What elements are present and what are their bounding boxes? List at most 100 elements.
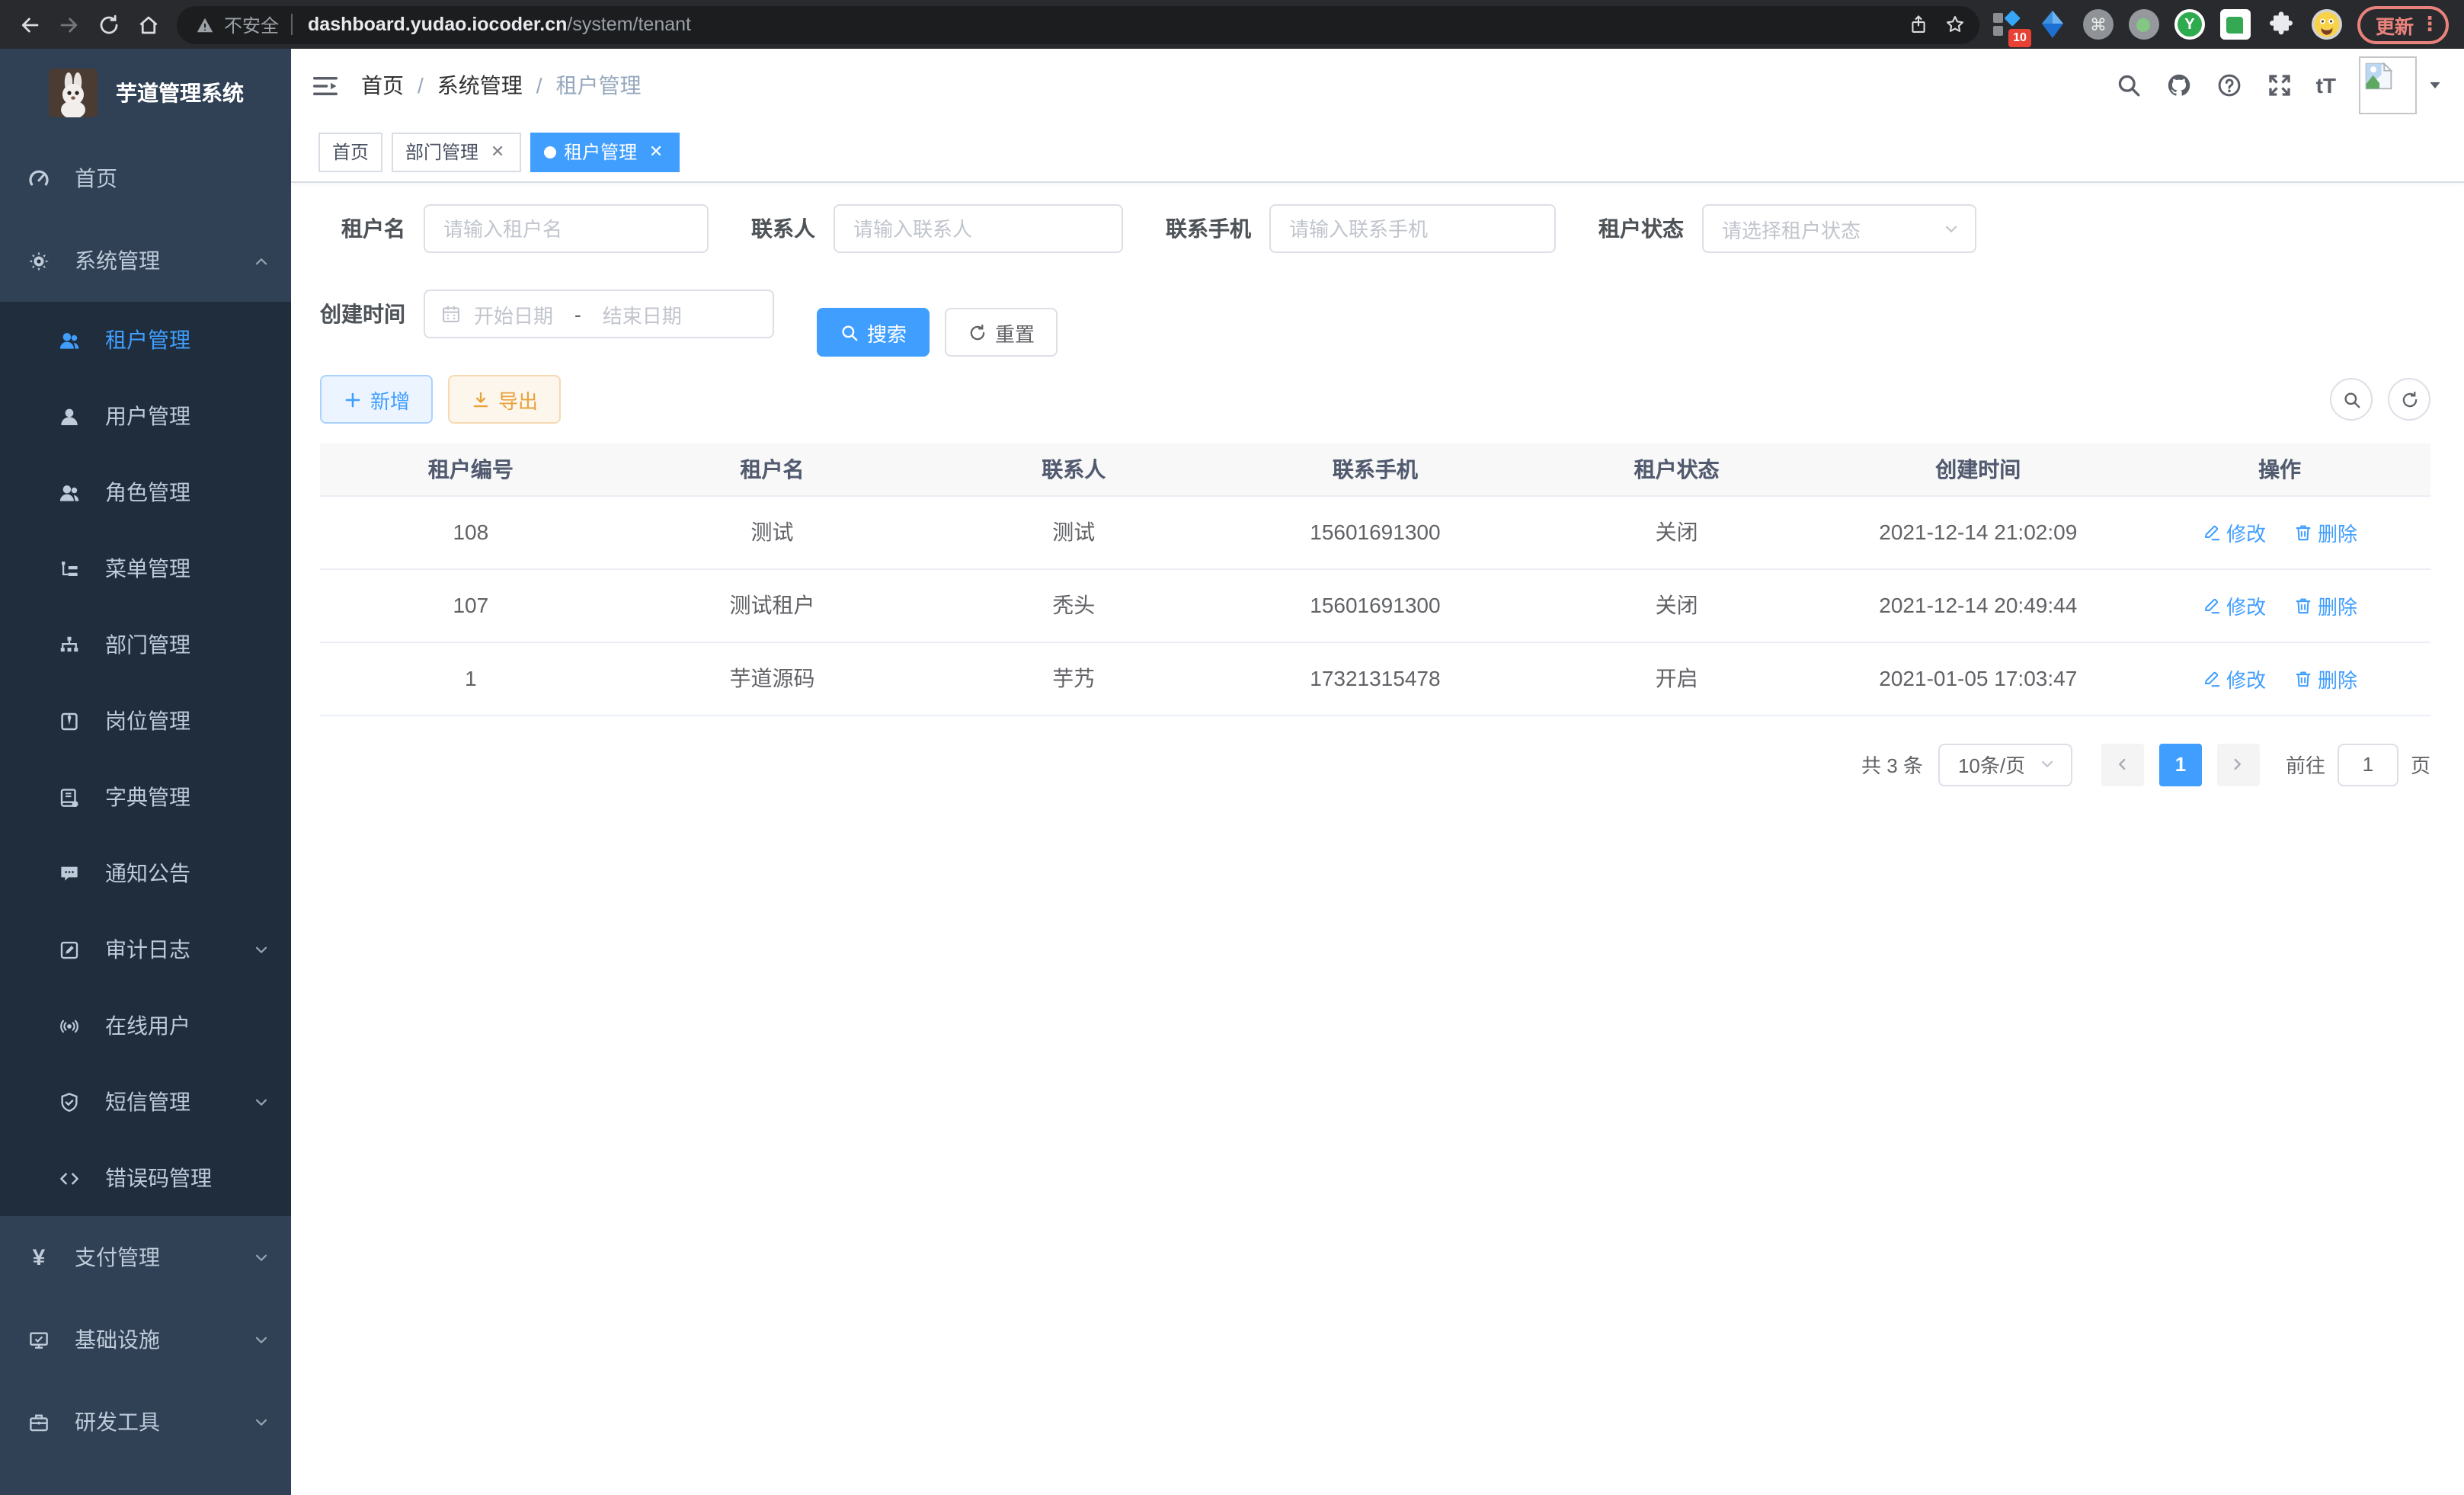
download-icon (471, 389, 491, 409)
extension-green-dot-icon[interactable] (2129, 9, 2159, 40)
next-page-button[interactable] (2217, 743, 2260, 786)
prev-page-button[interactable] (2101, 743, 2144, 786)
browser-menu-icon[interactable]: ⋮ (2420, 12, 2440, 37)
breadcrumb-system[interactable]: 系统管理 (437, 70, 523, 101)
add-button[interactable]: 新增 (320, 375, 433, 424)
sidebar-item-dict-management[interactable]: 字典管理 (0, 759, 291, 835)
tab-dept-management[interactable]: 部门管理 ✕ (392, 132, 521, 171)
filter-create-time: 创建时间 开始日期 - 结束日期 (320, 290, 774, 338)
refresh-table-button[interactable] (2388, 378, 2430, 421)
profile-emoji-avatar[interactable] (2312, 9, 2342, 40)
table-row: 108 测试 测试 15601691300 关闭 2021-12-14 21:0… (320, 495, 2430, 568)
extension-command-icon[interactable]: ⌘ (2083, 9, 2114, 40)
search-button[interactable]: 搜索 (817, 308, 930, 357)
sidebar-item-error-code-management[interactable]: 错误码管理 (0, 1140, 291, 1216)
sidebar-item-notice[interactable]: 通知公告 (0, 835, 291, 911)
sidebar-item-role-management[interactable]: 角色管理 (0, 454, 291, 530)
calendar-icon (440, 303, 462, 325)
extension-y-icon[interactable]: Y (2174, 9, 2205, 40)
breadcrumb: 首页 / 系统管理 / 租户管理 (361, 70, 642, 101)
tab-tenant-management[interactable]: 租户管理 ✕ (530, 132, 680, 171)
cell-mobile: 15601691300 (1224, 568, 1526, 642)
breadcrumb-home[interactable]: 首页 (361, 70, 404, 101)
tags-view-bar: 首页 部门管理 ✕ 租户管理 ✕ (291, 122, 2464, 183)
chevron-down-icon (2039, 756, 2056, 773)
sidebar-item-pay-management[interactable]: ¥ 支付管理 (0, 1216, 291, 1298)
filter-status: 租户状态 请选择租户状态 (1598, 204, 1976, 253)
extensions-area: 10 ⌘ Y (1992, 9, 2342, 40)
tenant-name-input[interactable] (424, 204, 709, 253)
pagination: 共 3 条 10条/页 1 前往 页 (320, 743, 2430, 786)
browser-update-button[interactable]: 更新 ⋮ (2357, 5, 2449, 43)
tab-home[interactable]: 首页 (318, 132, 382, 171)
cell-tenant-name: 测试 (622, 495, 923, 568)
sidebar-item-infrastructure[interactable]: 基础设施 (0, 1298, 291, 1381)
close-icon[interactable]: ✕ (488, 142, 507, 162)
mobile-input[interactable] (1269, 204, 1556, 253)
delete-link[interactable]: 删除 (2293, 517, 2357, 546)
contact-input[interactable] (834, 204, 1123, 253)
sidebar-item-audit-log[interactable]: 审计日志 (0, 911, 291, 988)
delete-link[interactable]: 删除 (2293, 591, 2357, 619)
browser-home-icon[interactable] (128, 5, 168, 44)
sidebar-item-dept-management[interactable]: 部门管理 (0, 607, 291, 683)
extensions-puzzle-icon[interactable] (2266, 9, 2296, 40)
browser-forward-icon[interactable] (49, 5, 88, 44)
avatar-caret-down-icon[interactable] (2427, 78, 2443, 93)
not-secure-label: 不安全 (224, 11, 279, 37)
github-icon[interactable] (2165, 72, 2193, 99)
extension-kite-icon[interactable] (2037, 9, 2068, 40)
browser-reload-icon[interactable] (88, 5, 128, 44)
page-size-select[interactable]: 10条/页 (1938, 743, 2072, 786)
share-icon[interactable] (1900, 6, 1937, 43)
cell-contact: 芋艿 (923, 642, 1224, 715)
contact-label: 联系人 (751, 213, 834, 244)
edit-link[interactable]: 修改 (2202, 517, 2266, 546)
sidebar-item-user-management[interactable]: 用户管理 (0, 378, 291, 454)
sidebar-item-dev-tools[interactable]: 研发工具 (0, 1381, 291, 1463)
status-select[interactable]: 请选择租户状态 (1702, 204, 1976, 253)
chevron-left-icon (2114, 756, 2131, 773)
trash-icon (2293, 522, 2313, 542)
edit-link[interactable]: 修改 (2202, 664, 2266, 693)
logo-image (49, 69, 98, 117)
sidebar-item-menu-management[interactable]: 菜单管理 (0, 530, 291, 607)
sidebar-collapse-icon[interactable] (311, 71, 340, 100)
fullscreen-icon[interactable] (2266, 72, 2293, 99)
table-header-row: 租户编号 租户名 联系人 联系手机 租户状态 创建时间 操作 (320, 443, 2430, 495)
delete-link[interactable]: 删除 (2293, 664, 2357, 693)
extension-chat-icon[interactable] (2220, 9, 2251, 40)
update-label: 更新 (2376, 10, 2414, 39)
cell-status: 关闭 (1526, 495, 1828, 568)
gear-icon (27, 249, 50, 272)
cell-contact: 秃头 (923, 568, 1224, 642)
avatar[interactable] (2359, 56, 2417, 114)
sidebar-item-system-management[interactable]: 系统管理 (0, 219, 291, 302)
sidebar-item-tenant-management[interactable]: 租户管理 (0, 302, 291, 378)
search-icon[interactable] (2115, 72, 2142, 99)
font-size-icon[interactable]: tT (2316, 75, 2336, 96)
bookmark-star-icon[interactable] (1937, 6, 1973, 43)
edit-pencil-icon (2202, 522, 2222, 542)
col-tenant-name: 租户名 (622, 443, 923, 495)
sidebar-item-online-users[interactable]: 在线用户 (0, 988, 291, 1064)
page-number-1[interactable]: 1 (2159, 743, 2202, 786)
sidebar-item-home[interactable]: 首页 (0, 137, 291, 219)
browser-back-icon[interactable] (9, 5, 49, 44)
export-button[interactable]: 导出 (448, 375, 561, 424)
refresh-icon (2399, 389, 2419, 409)
close-icon[interactable]: ✕ (646, 142, 666, 162)
sidebar-item-sms-management[interactable]: 短信管理 (0, 1064, 291, 1140)
extension-grid-tag-icon[interactable]: 10 (1992, 9, 2022, 40)
goto-page-input[interactable] (2338, 743, 2398, 786)
help-icon[interactable] (2216, 72, 2243, 99)
create-time-range-picker[interactable]: 开始日期 - 结束日期 (424, 290, 774, 338)
reset-button[interactable]: 重置 (945, 308, 1058, 357)
status-label: 租户状态 (1598, 213, 1702, 244)
cell-status: 开启 (1526, 642, 1828, 715)
toggle-search-button[interactable] (2330, 378, 2373, 421)
sidebar-item-post-management[interactable]: 岗位管理 (0, 683, 291, 759)
audit-log-icon (58, 938, 81, 961)
edit-link[interactable]: 修改 (2202, 591, 2266, 619)
address-bar[interactable]: 不安全 dashboard.yudao.iocoder.cn /system/t… (177, 5, 1979, 43)
